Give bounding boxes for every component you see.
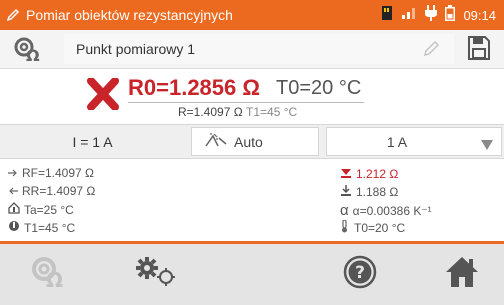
pen-icon <box>0 8 26 22</box>
r-red-value: 1.212 Ω <box>356 166 399 181</box>
result-subline: R=1.4097 Ω T1=45 °C <box>178 105 297 119</box>
home-button[interactable] <box>440 244 484 305</box>
ta-value: Ta=25 °C <box>24 202 74 217</box>
bottom-toolbar: Ω ? <box>0 244 504 305</box>
r-red-row: 1.212 Ω <box>340 166 398 181</box>
result-divider <box>128 102 364 103</box>
current-setting[interactable]: I = 1 A <box>0 125 185 158</box>
memory-card-icon <box>381 5 393 26</box>
battery-icon <box>445 4 456 26</box>
t1-value: T1=45 °C <box>246 105 298 119</box>
r-down-value: 1.188 Ω <box>356 184 399 199</box>
home-icon <box>444 255 480 294</box>
settings-row: I = 1 A Auto 1 A <box>0 124 504 159</box>
alpha-row: α α=0.00386 K⁻¹ <box>340 202 432 219</box>
measurement-point-name: Punkt pomiarowy 1 <box>76 41 196 57</box>
header-row: Ω Punkt pomiarowy 1 <box>0 30 504 69</box>
r-measured-value: R=1.4097 Ω <box>178 105 243 119</box>
ohm-logo-disabled-icon: Ω <box>30 255 66 294</box>
edit-icon[interactable] <box>422 40 440 63</box>
rf-row: RF=1.4097 Ω <box>8 166 94 180</box>
rr-row: RR=1.4097 Ω <box>8 184 95 198</box>
t1-detail-value: T1=45 °C <box>24 220 76 235</box>
rr-value: RR=1.4097 Ω <box>22 184 96 198</box>
range-dropdown[interactable]: 1 A <box>326 127 502 156</box>
help-button[interactable]: ? <box>338 244 382 305</box>
status-bar: Pomiar obiektów rezystancyjnych 09:14 <box>0 0 504 30</box>
ohm-logo-icon[interactable]: Ω <box>0 35 56 63</box>
ambient-temperature-icon <box>8 202 20 217</box>
settings-gears-icon <box>133 256 179 293</box>
settings-button[interactable] <box>130 244 182 305</box>
help-icon: ? <box>343 255 377 294</box>
mode-label: Auto <box>234 133 263 150</box>
main-result: R0=1.2856 Ω T0=20 °C R=1.4097 Ω T1=45 °C <box>0 69 504 124</box>
svg-text:Ω: Ω <box>46 268 63 289</box>
r0-value: R0=1.2856 Ω <box>128 75 261 100</box>
details-panel: RF=1.4097 Ω RR=1.4097 Ω Ta=25 °C T1=45 °… <box>0 163 504 239</box>
clock: 09:14 <box>463 7 496 23</box>
auto-mode-icon <box>204 132 228 151</box>
mode-button[interactable]: Auto <box>191 127 319 156</box>
svg-text:?: ? <box>355 263 365 283</box>
window-title: Pomiar obiektów rezystancyjnych <box>26 7 233 23</box>
arrow-right-icon <box>8 166 18 180</box>
object-temperature-icon <box>8 220 20 235</box>
rf-value: RF=1.4097 Ω <box>22 166 95 180</box>
signal-icon <box>401 6 417 25</box>
thermometer-icon <box>340 219 350 236</box>
measurement-point-field[interactable]: Punkt pomiarowy 1 <box>64 34 454 64</box>
ta-row: Ta=25 °C <box>8 202 74 217</box>
t0-detail-value: T0=20 °C <box>354 221 406 235</box>
current-label: I = 1 A <box>72 133 113 150</box>
fail-x-icon <box>86 77 120 115</box>
upper-limit-icon <box>340 166 352 181</box>
r-down-row: 1.188 Ω <box>340 184 398 199</box>
svg-text:Ω: Ω <box>26 46 40 63</box>
plug-icon <box>425 4 438 26</box>
t0-value: T0=20 °C <box>276 77 362 99</box>
alpha-value: α=0.00386 K⁻¹ <box>352 203 432 218</box>
save-icon[interactable] <box>468 36 490 65</box>
chevron-down-icon <box>481 137 493 153</box>
t0-row: T0=20 °C <box>340 219 406 236</box>
arrow-left-icon <box>8 184 18 198</box>
alpha-coefficient-icon: α <box>340 202 349 219</box>
ohm-mode-button[interactable]: Ω <box>24 244 72 305</box>
range-label: 1 A <box>386 134 408 150</box>
t1-row: T1=45 °C <box>8 220 75 235</box>
lower-limit-icon <box>340 184 352 199</box>
